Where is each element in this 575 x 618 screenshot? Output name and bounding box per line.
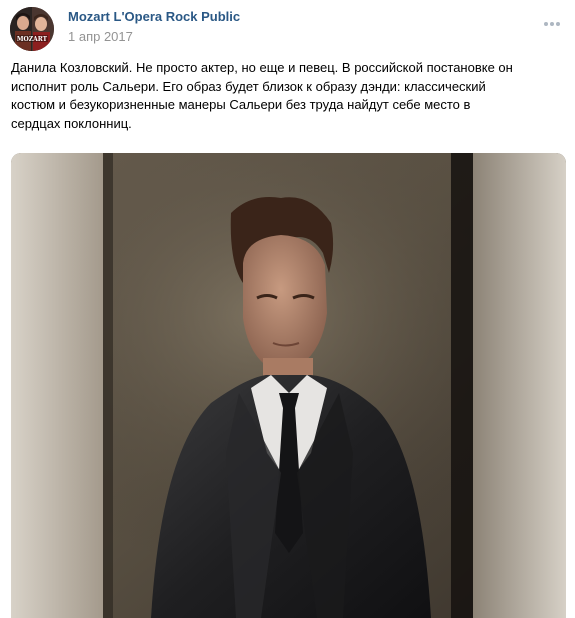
portrait-photo xyxy=(11,153,566,618)
more-dots-icon xyxy=(544,22,560,26)
avatar-image: MOZART xyxy=(10,7,54,51)
post-date[interactable]: 1 апр 2017 xyxy=(68,29,133,44)
more-button[interactable] xyxy=(538,14,566,34)
avatar-caption: MOZART xyxy=(17,36,48,43)
post-text: Данила Козловский. Не просто актер, но е… xyxy=(11,59,569,133)
wall-post: MOZART Mozart L'Opera Rock Public 1 апр … xyxy=(0,0,575,618)
post-text-line: костюм и безукоризненные манеры Сальери … xyxy=(11,97,471,112)
community-avatar[interactable]: MOZART xyxy=(10,7,54,51)
post-text-line: исполнит роль Сальери. Его образ будет б… xyxy=(11,78,486,94)
post-text-line: сердцах поклонниц. xyxy=(11,115,132,131)
post-text-line: Данила Козловский. Не просто актер, но е… xyxy=(11,60,513,75)
post-header: MOZART Mozart L'Opera Rock Public 1 апр … xyxy=(0,0,575,56)
post-photo[interactable] xyxy=(11,153,566,618)
author-link[interactable]: Mozart L'Opera Rock Public xyxy=(68,9,240,24)
